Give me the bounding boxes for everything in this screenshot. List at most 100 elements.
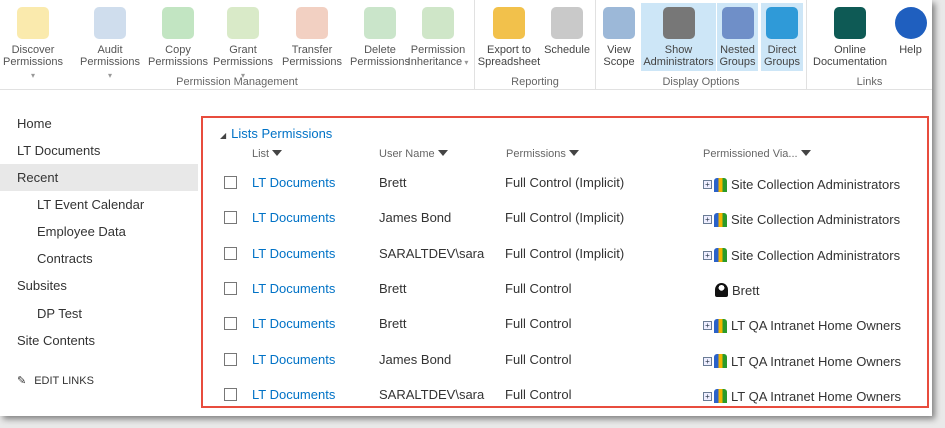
collapse-triangle-icon: ◢ [220, 131, 227, 140]
row-checkbox[interactable] [224, 211, 237, 225]
via-label: LT QA Intranet Home Owners [731, 318, 902, 334]
user-name: Brett [379, 175, 407, 190]
delete-permissions-button[interactable]: Delete Permissions [350, 3, 410, 71]
permission: Full Control (Implicit) [505, 175, 625, 190]
online-documentation-button[interactable]: Online Documentation [810, 3, 890, 71]
button-label: Direct [767, 44, 797, 56]
expand-icon[interactable]: + [703, 180, 712, 189]
permission: Full Control (Implicit) [505, 245, 625, 261]
button-label: Grant [229, 44, 257, 56]
via-label: Site Collection Administrators [731, 247, 901, 263]
permissioned-via: Brett [715, 283, 759, 298]
expand-icon[interactable]: + [703, 356, 712, 366]
row-checkbox[interactable] [224, 176, 237, 189]
list-link[interactable]: LT Documents [252, 175, 335, 190]
column-label: Permissions [506, 148, 566, 160]
export-to-spreadsheet-button[interactable]: Export to Spreadsheet [477, 3, 541, 71]
via-label: Site Collection Administrators [731, 177, 901, 192]
nested-groups-icon [721, 7, 754, 39]
audit-permissions-button[interactable]: Audit Permissions ▾ [80, 3, 140, 80]
list-link[interactable]: LT Documents [252, 352, 335, 367]
button-label: Permissions ▾ [213, 56, 273, 80]
user-icon [227, 7, 259, 39]
button-label: Discover [11, 44, 55, 56]
nav-lt-event-calendar[interactable]: LT Event Calendar [0, 191, 198, 218]
transfer-permissions-button[interactable]: Transfer Permissions [280, 3, 344, 71]
user-name: Brett [379, 316, 407, 332]
nav-employee-data[interactable]: Employee Data [0, 218, 198, 245]
group-icon [714, 318, 727, 333]
row-checkbox[interactable] [224, 317, 237, 331]
permission-inheritance-button[interactable]: Permission Inheritance ▾ [406, 3, 470, 71]
user-name: SARALTDEV\sara [379, 245, 485, 261]
column-header-permissioned-via[interactable]: Permissioned Via... [703, 148, 811, 160]
view-scope-button[interactable]: View Scope [598, 3, 640, 71]
list-link[interactable]: LT Documents [252, 316, 335, 331]
filter-icon[interactable] [568, 150, 579, 156]
expand-icon[interactable]: + [703, 215, 712, 225]
ribbon: Permission Management Reporting Display … [0, 0, 932, 90]
row-checkbox[interactable] [224, 281, 237, 295]
direct-groups-button[interactable]: Direct Groups [761, 3, 803, 71]
button-label: Inheritance ▾ [407, 56, 469, 68]
nav-home[interactable]: Home [0, 110, 198, 137]
transfer-users-icon [296, 7, 328, 39]
list-link[interactable]: LT Documents [252, 281, 335, 296]
button-label: Transfer [291, 44, 333, 56]
copy-permissions-button[interactable]: Copy Permissions [146, 3, 210, 71]
group-icon [714, 248, 727, 263]
row-checkbox[interactable] [224, 246, 237, 260]
column-label: Permissioned Via... [703, 148, 798, 160]
nav-site-contents[interactable]: Site Contents [0, 327, 198, 354]
column-header-permissions[interactable]: Permissions [506, 148, 579, 160]
button-label: Help [899, 44, 922, 56]
nav-subsites[interactable]: Subsites [0, 272, 198, 299]
row-checkbox[interactable] [224, 387, 237, 401]
expand-icon[interactable]: + [703, 250, 712, 260]
show-administrators-button[interactable]: Show Administrators [641, 3, 716, 71]
expand-icon[interactable]: + [703, 321, 712, 331]
list-link[interactable]: LT Documents [252, 387, 335, 402]
via-label: Site Collection Administrators [731, 212, 901, 228]
column-header-list[interactable]: List [252, 148, 283, 160]
button-label: Delete [364, 44, 396, 56]
filter-icon[interactable] [800, 150, 811, 156]
calendar-clock-icon [551, 7, 583, 39]
dropdown-arrow-icon: ▾ [30, 71, 35, 80]
permissioned-via: + Site Collection Administrators [703, 177, 900, 192]
delete-user-icon [364, 7, 396, 39]
grant-permissions-button[interactable]: Grant Permissions ▾ [212, 3, 274, 80]
column-header-user-name[interactable]: User Name [379, 148, 448, 160]
row-checkbox[interactable] [224, 352, 237, 366]
button-label: Spreadsheet [477, 56, 541, 68]
lock-icon [17, 7, 49, 39]
spreadsheet-export-icon [493, 7, 525, 39]
list-link[interactable]: LT Documents [252, 246, 335, 261]
nav-recent[interactable]: Recent [0, 164, 198, 191]
list-link[interactable]: LT Documents [252, 210, 335, 225]
permission: Full Control [505, 280, 572, 296]
button-label: Audit [97, 44, 123, 56]
help-icon [894, 7, 927, 39]
help-button[interactable]: Help [893, 3, 928, 71]
pencil-icon: ✎ [17, 375, 27, 387]
nav-dp-test[interactable]: DP Test [0, 300, 198, 327]
button-label: Documentation [813, 56, 887, 68]
nav-contracts[interactable]: Contracts [0, 245, 198, 272]
filter-icon[interactable] [437, 150, 448, 156]
schedule-button[interactable]: Schedule [542, 3, 592, 71]
permission: Full Control [505, 351, 572, 367]
nested-groups-button[interactable]: Nested Groups [717, 3, 758, 71]
edit-links-button[interactable]: ✎ EDIT LINKS [0, 368, 198, 395]
section-toggle[interactable]: ◢ Lists Permissions [220, 126, 332, 141]
expand-icon[interactable]: + [703, 391, 712, 401]
filter-icon[interactable] [272, 150, 283, 156]
discover-permissions-button[interactable]: Discover Permissions ▾ [0, 3, 66, 80]
group-icon [714, 389, 727, 404]
nav-lt-documents[interactable]: LT Documents [0, 137, 198, 164]
user-icon [715, 283, 728, 298]
group-icon [714, 177, 727, 192]
user-name: James Bond [379, 210, 452, 226]
via-label: LT QA Intranet Home Owners [731, 388, 902, 404]
button-label: Administrators [643, 56, 714, 68]
